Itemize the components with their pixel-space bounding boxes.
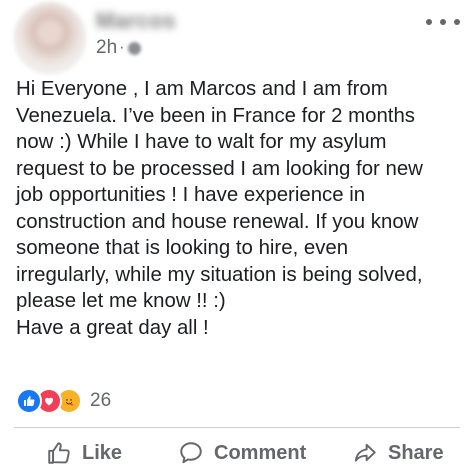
- post-text-line: request to be processed I am looking for…: [16, 157, 423, 180]
- post-text-line: Hi Everyone , I am Marcos and I am from: [16, 78, 388, 100]
- post-text-line: construction and house renewal. If you k…: [16, 210, 419, 233]
- thumbs-up-icon: [48, 442, 70, 464]
- post-time[interactable]: 2h: [96, 37, 117, 59]
- post-text: Hi Everyone , I am Marcos and I am from …: [16, 76, 468, 341]
- reaction-count: 26: [90, 390, 112, 411]
- speech-bubble-icon: [180, 442, 202, 464]
- share-label: Share: [388, 441, 444, 464]
- share-arrow-icon: [354, 443, 376, 462]
- author-avatar[interactable]: [14, 2, 86, 74]
- audience-globe-icon[interactable]: [128, 41, 142, 55]
- like-reaction-icon: [16, 388, 42, 414]
- more-dot-icon: [454, 19, 460, 25]
- more-dot-icon: [440, 19, 446, 25]
- post-text-line: Have a great day all !: [16, 316, 209, 339]
- post-text-line: someone that is looking to hire, even: [16, 237, 349, 259]
- comment-button[interactable]: Comment: [178, 436, 306, 470]
- share-button[interactable]: Share: [352, 436, 444, 470]
- meta-separator: ·: [119, 39, 125, 56]
- post-text-line: Venezuela. I’ve been in France for 2 mon…: [16, 104, 415, 127]
- like-button[interactable]: Like: [46, 436, 122, 470]
- reactions-summary[interactable]: 26: [16, 388, 111, 414]
- post-meta: 2h ·: [96, 36, 142, 60]
- facebook-post: Marcos 2h · Hi Everyone , I am Marcos an…: [0, 0, 474, 474]
- post-text-line: job opportunities ! I have experience in: [16, 184, 366, 206]
- like-label: Like: [82, 441, 123, 464]
- more-options-button[interactable]: [426, 10, 460, 34]
- post-text-line: please let me know !! :): [16, 290, 226, 312]
- post-actions-bar: Like Comment Share: [0, 436, 474, 472]
- author-name[interactable]: Marcos: [96, 8, 176, 34]
- post-text-line: now :) While I have to walt for my asylu…: [16, 131, 387, 153]
- actions-divider: [14, 427, 460, 428]
- post-text-line: irregularly, while my situation is being…: [16, 263, 423, 286]
- more-dot-icon: [426, 19, 432, 25]
- comment-label: Comment: [214, 441, 307, 464]
